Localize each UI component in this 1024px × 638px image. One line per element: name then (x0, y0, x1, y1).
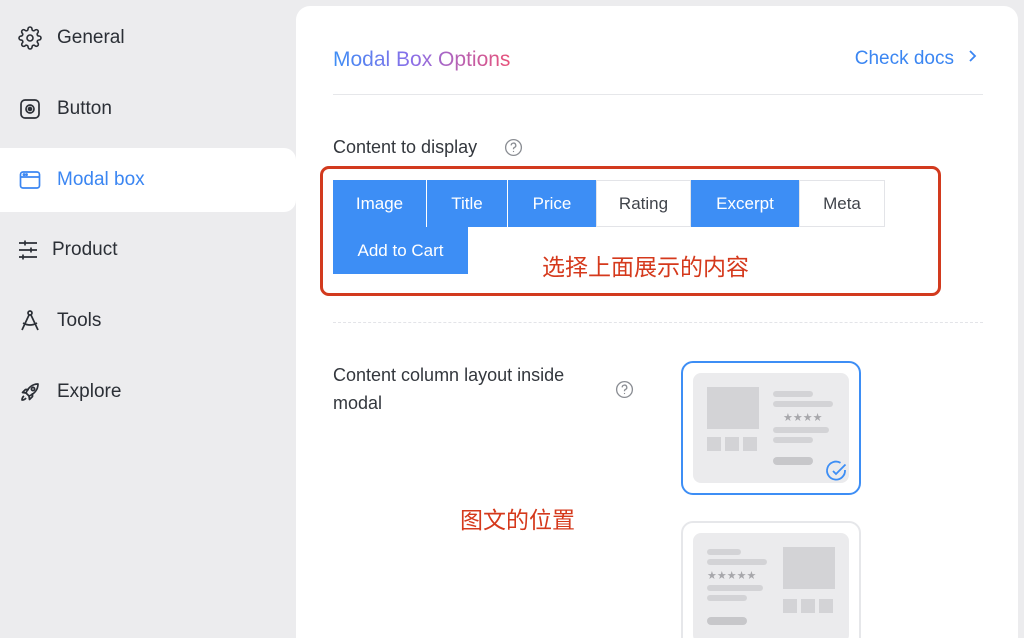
sidebar-item-tools[interactable]: Tools (0, 289, 296, 353)
thumb-placeholder (725, 437, 739, 451)
text-line (773, 391, 813, 397)
button-icon (18, 97, 42, 121)
image-placeholder (707, 387, 759, 429)
text-line (707, 585, 763, 591)
thumb-placeholder (707, 437, 721, 451)
button-placeholder (707, 617, 747, 625)
sidebar: General Button Modal box Product Tools E… (0, 0, 296, 638)
text-line (707, 559, 767, 565)
check-circle-icon (826, 460, 847, 481)
sidebar-item-label: Explore (57, 381, 122, 402)
text-line (773, 401, 833, 407)
text-line (773, 427, 829, 433)
check-docs-label: Check docs (854, 48, 954, 69)
sidebar-item-label: Tools (57, 310, 102, 331)
sidebar-item-label: Product (52, 239, 118, 260)
sidebar-item-general[interactable]: General (0, 6, 296, 70)
sidebar-item-modal-box[interactable]: Modal box (0, 148, 296, 212)
compass-icon (18, 309, 42, 333)
button-placeholder (773, 457, 813, 465)
layout-label: Content column layout inside modal (333, 365, 565, 413)
gear-icon (18, 26, 42, 50)
thumb-placeholder (819, 599, 833, 613)
thumb-placeholder (783, 599, 797, 613)
chevron-right-icon (954, 48, 978, 70)
annotation-content-note: 选择上面展示的内容 (542, 255, 749, 281)
sidebar-item-explore[interactable]: Explore (0, 360, 296, 424)
text-line (773, 437, 813, 443)
rocket-icon (18, 380, 42, 404)
rating-stars: ★★★★★ (707, 570, 757, 582)
sidebar-item-button[interactable]: Button (0, 77, 296, 141)
sliders-icon (16, 238, 40, 262)
check-docs-link[interactable]: Check docs (855, 48, 978, 70)
section-divider (333, 322, 983, 323)
text-line (707, 549, 741, 555)
annotation-layout-note: 图文的位置 (460, 508, 575, 534)
layout-option-image-right[interactable]: ★★★★★ (681, 521, 861, 638)
modal-box-options-panel: Modal Box Options Check docs Content to … (296, 6, 1018, 638)
help-icon[interactable] (615, 380, 634, 399)
image-placeholder (783, 547, 835, 589)
help-icon[interactable] (504, 138, 523, 157)
text-line (707, 595, 747, 601)
sidebar-item-product[interactable]: Product (0, 218, 296, 282)
title-divider (333, 94, 983, 95)
window-icon (18, 168, 42, 192)
thumb-placeholder (743, 437, 757, 451)
thumb-placeholder (801, 599, 815, 613)
page-title: Modal Box Options (333, 48, 511, 71)
sidebar-item-label: Button (57, 98, 112, 119)
layout-option-image-left[interactable]: ★★★★ (681, 361, 861, 495)
rating-stars: ★★★★ (783, 412, 823, 424)
sidebar-item-label: Modal box (57, 169, 145, 190)
content-display-label: Content to display (333, 137, 478, 157)
layout-preview: ★★★★★ (693, 533, 849, 638)
sidebar-item-label: General (57, 27, 125, 48)
